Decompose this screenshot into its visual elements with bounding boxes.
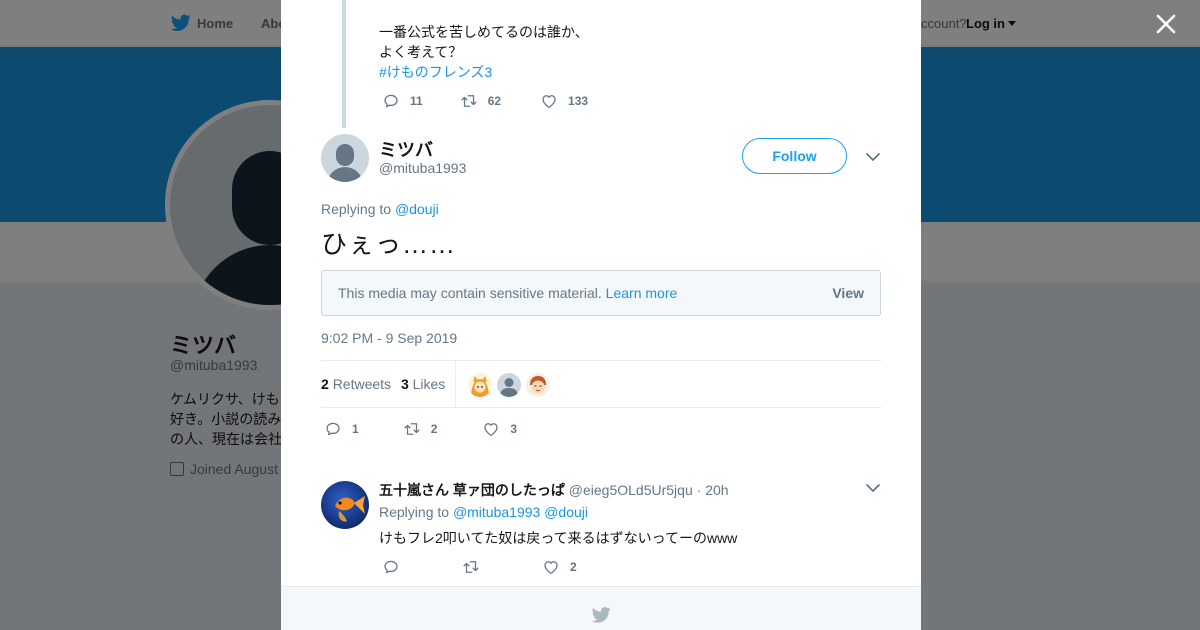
- sensitive-text: This media may contain sensitive materia…: [338, 285, 602, 301]
- retweet-action[interactable]: 62: [460, 92, 501, 110]
- default-avatar-shoulders: [327, 167, 363, 182]
- retweet-icon: [404, 423, 420, 435]
- reply-author-name[interactable]: 五十嵐さん 草ァ団のしたっぱ: [379, 482, 565, 498]
- liker-avatar[interactable]: [526, 373, 550, 397]
- liker-avatar[interactable]: [497, 373, 521, 397]
- reply-action[interactable]: 1: [324, 420, 359, 438]
- reply-author-handle[interactable]: @eieg5OLd5Ur5jqu: [569, 482, 693, 498]
- replying-to: Replying to @douji: [321, 201, 439, 217]
- mention-link[interactable]: @douji: [544, 504, 588, 520]
- retweet-action[interactable]: 2: [403, 420, 438, 438]
- replying-prefix: Replying to: [379, 504, 450, 520]
- default-avatar-head: [336, 144, 354, 166]
- tweet-actions: 1 2 3: [324, 420, 517, 438]
- heart-icon: [544, 561, 558, 575]
- mention-link[interactable]: @mituba1993: [453, 504, 540, 520]
- liker-avatar[interactable]: [468, 373, 492, 397]
- chevron-down-icon[interactable]: [865, 149, 881, 165]
- reply-icon: [384, 94, 398, 108]
- retweet-action[interactable]: [462, 558, 480, 576]
- reply-action[interactable]: [382, 558, 400, 576]
- previous-tweet-text: 一番公式を苦しめてるのは誰か、 よく考えて？ #けものフレンズ3: [379, 22, 589, 82]
- like-action[interactable]: 133: [540, 92, 588, 110]
- retweets-stat[interactable]: 2 Retweets: [321, 376, 391, 392]
- modal-footer: [281, 586, 921, 630]
- reply-header: 五十嵐さん 草ァ団のしたっぱ @eieg5OLd5Ur5jqu · 20h: [379, 480, 729, 500]
- reply-time[interactable]: · 20h: [697, 482, 729, 498]
- retweet-count: 62: [487, 94, 502, 108]
- reply-text: けもフレ2叩いてた奴は戻って来るはずないってーのwww: [379, 530, 738, 546]
- heart-icon: [542, 95, 556, 109]
- retweet-icon: [461, 95, 477, 107]
- close-icon[interactable]: [1154, 12, 1178, 36]
- heart-icon: [484, 423, 499, 437]
- reply-count: 1: [352, 422, 359, 436]
- stat-counts: 2 Retweets 3 Likes: [321, 376, 445, 392]
- thread-connector: [342, 0, 346, 128]
- twitter-bird-icon: [592, 607, 611, 623]
- reply-icon: [326, 422, 340, 436]
- retweets-stat-count: 2: [321, 376, 329, 392]
- reply-replying-to: Replying to @mituba1993 @douji: [379, 504, 588, 520]
- author-name[interactable]: ミツバ: [379, 136, 433, 162]
- like-action[interactable]: 2: [542, 558, 577, 576]
- author-avatar[interactable]: [321, 134, 369, 182]
- author-handle[interactable]: @mituba1993: [379, 160, 466, 176]
- likes-stat-count: 3: [400, 376, 409, 392]
- previous-tweet-line: よく考えて？: [379, 44, 463, 60]
- likes-stat-label: Likes: [412, 376, 446, 392]
- tweet-timestamp[interactable]: 9:02 PM - 9 Sep 2019: [321, 330, 457, 346]
- reply-author-avatar[interactable]: [321, 481, 369, 529]
- follow-button[interactable]: Follow: [742, 138, 847, 174]
- likes-stat[interactable]: 3 Likes: [401, 376, 445, 392]
- tweet-stats: 2 Retweets 3 Likes: [321, 360, 881, 408]
- like-action[interactable]: 3: [482, 420, 517, 438]
- like-count: 3: [510, 422, 518, 436]
- chevron-down-icon[interactable]: [865, 480, 881, 496]
- reply-count: 11: [410, 94, 423, 108]
- like-count: 133: [568, 94, 589, 108]
- retweet-count: 2: [430, 422, 438, 436]
- view-button[interactable]: View: [832, 285, 864, 301]
- reply-icon: [384, 560, 398, 574]
- previous-tweet-actions: 11 62 133: [382, 92, 588, 110]
- sensitive-media-notice: This media may contain sensitive materia…: [321, 270, 881, 316]
- reply-action[interactable]: 11: [382, 92, 423, 110]
- retweet-icon: [463, 561, 479, 573]
- tweet-modal: 一番公式を苦しめてるのは誰か、 よく考えて？ #けものフレンズ3 11 62 1…: [281, 0, 921, 630]
- hashtag-link[interactable]: #けものフレンズ3: [379, 62, 589, 82]
- reply-actions: 2: [382, 558, 577, 576]
- like-count: 2: [570, 560, 577, 574]
- sensitive-message: This media may contain sensitive materia…: [338, 285, 677, 301]
- retweets-stat-label: Retweets: [332, 376, 392, 392]
- replying-prefix: Replying to: [321, 201, 392, 217]
- mention-link[interactable]: @douji: [395, 201, 439, 217]
- learn-more-link[interactable]: Learn more: [606, 285, 678, 301]
- tweet-text: ひぇっ……: [321, 229, 457, 259]
- previous-tweet-line: 一番公式を苦しめてるのは誰か、: [379, 24, 589, 40]
- stats-divider: [455, 361, 456, 407]
